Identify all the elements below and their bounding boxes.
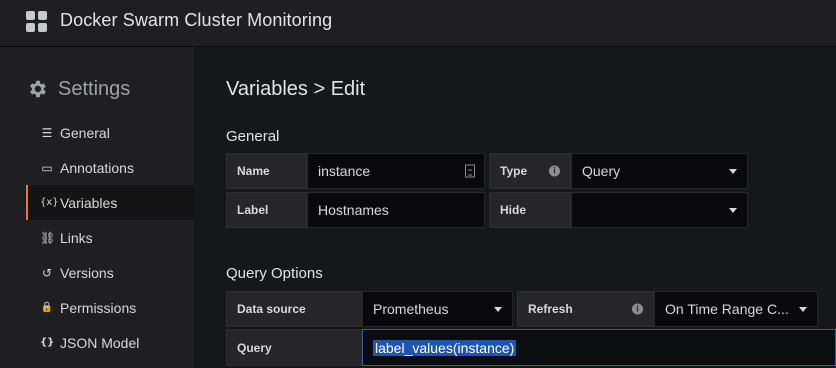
name-input[interactable]: instance [307,153,485,189]
name-label: Name [226,153,307,189]
sidebar-item-json-model[interactable]: {} JSON Model [26,325,194,360]
label-value: Hostnames [318,202,389,218]
grid-icon[interactable] [26,11,48,33]
query-value-selected: label_values(instance) [373,339,517,356]
info-icon[interactable]: i [632,303,643,315]
sidebar-item-permissions[interactable]: 🔒 Permissions [26,290,194,325]
variable-icon: {x} [40,197,59,208]
refresh-label: Refresh i [517,291,654,327]
sidebar-item-label: Permissions [60,299,137,316]
data-source-label: Data source [226,291,362,327]
settings-heading: Settings [26,76,130,102]
data-source-select[interactable]: Prometheus [362,291,513,327]
sidebar-item-annotations[interactable]: ▭ Annotations [26,150,194,185]
refresh-value: On Time Range C... [665,301,789,317]
label-input[interactable]: Hostnames [307,192,485,228]
type-label: Type i [489,153,571,189]
gear-icon [30,80,46,98]
sidebar-item-label: JSON Model [60,334,140,351]
label-label: Label [226,192,307,228]
caret-down-icon [494,307,502,312]
page-title: Variables > Edit [226,78,366,100]
caret-down-icon [729,208,737,213]
data-source-value: Prometheus [373,301,449,317]
sidebar-item-label: General [60,124,110,141]
contact-card-icon [465,164,475,178]
sidebar-item-label: Versions [60,264,114,281]
query-options-section-title: Query Options [226,265,323,282]
caret-down-icon [799,307,807,312]
link-icon: ⛓ [40,230,56,245]
query-input[interactable]: label_values(instance) [362,329,836,366]
sliders-icon: ☰ [41,125,53,140]
name-value: instance [318,163,371,179]
history-icon: ↺ [41,265,53,280]
refresh-select[interactable]: On Time Range C... [654,291,818,327]
type-select[interactable]: Query [571,153,748,189]
top-bar: Docker Swarm Cluster Monitoring [0,0,836,47]
query-label: Query [226,329,362,366]
caret-down-icon [729,169,737,174]
general-section-title: General [226,128,280,145]
sidebar-item-versions[interactable]: ↺ Versions [26,255,194,290]
comment-icon: ▭ [41,160,53,175]
sidebar-item-general[interactable]: ☰ General [26,115,194,150]
dashboard-title[interactable]: Docker Swarm Cluster Monitoring [60,10,332,31]
settings-title: Settings [58,77,131,100]
sidebar-item-label: Annotations [60,159,134,176]
json-icon: {} [40,337,55,348]
info-icon[interactable]: i [549,165,560,177]
lock-icon: 🔒 [40,302,54,313]
refresh-label-text: Refresh [528,302,573,316]
sidebar-item-variables[interactable]: {x} Variables [26,185,194,220]
sidebar-item-label: Links [60,229,93,246]
settings-sidebar: Settings ☰ General ▭ Annotations {x} Var… [0,47,194,368]
sidebar-item-links[interactable]: ⛓ Links [26,220,194,255]
type-label-text: Type [500,164,528,178]
hide-select[interactable] [571,192,748,228]
hide-label: Hide [489,192,571,228]
sidebar-item-label: Variables [60,194,118,211]
type-value: Query [582,163,621,179]
